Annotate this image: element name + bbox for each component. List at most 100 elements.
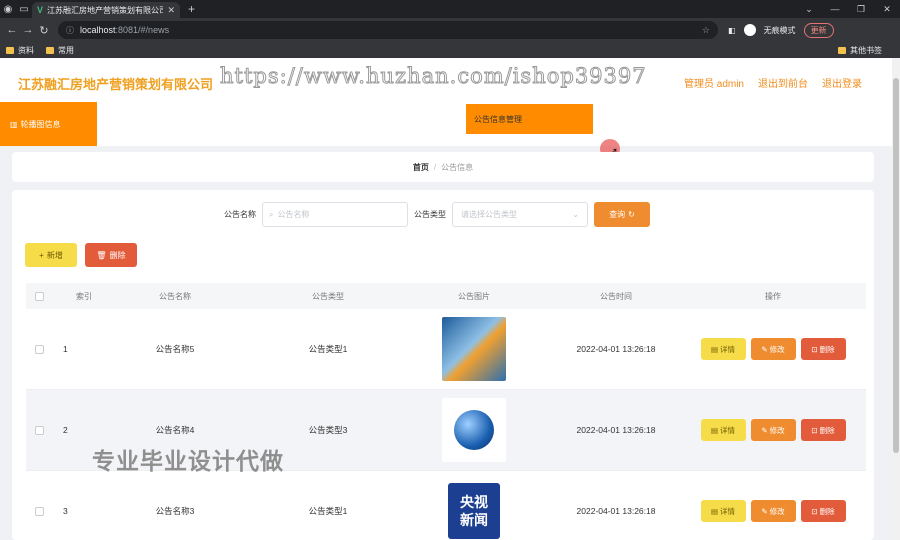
site-info-icon[interactable]: ⓘ — [66, 25, 74, 36]
batch-delete-button[interactable]: 🗑 删除 — [85, 243, 137, 267]
scrollbar-thumb[interactable] — [893, 78, 899, 453]
logo-text: 央视 — [460, 494, 488, 510]
row-checkbox[interactable] — [34, 344, 44, 354]
close-window-icon[interactable]: ✕ — [874, 4, 900, 15]
edit-button[interactable]: ✎ 修改 — [750, 338, 796, 360]
detail-button[interactable]: ▤ 详情 — [700, 419, 746, 441]
detail-icon: ▤ — [710, 344, 719, 354]
plus-icon: + — [39, 250, 44, 260]
table-row: 1 公告名称5 公告类型1 2022-04-01 13:26:18 ▤ 详情 ✎ 修… — [26, 309, 866, 390]
incognito-avatar-icon[interactable] — [743, 24, 756, 36]
logout-link[interactable]: 退出登录 — [822, 75, 862, 90]
row-checkbox[interactable] — [34, 425, 44, 435]
chrome-menu-icon[interactable]: ◉ — [0, 0, 16, 18]
bookmark-folder-2[interactable]: 常用 — [46, 45, 74, 56]
back-icon[interactable]: ← — [4, 24, 20, 36]
row-type: 公告类型1 — [308, 344, 348, 354]
breadcrumb-separator: / — [433, 162, 437, 172]
bookmark-star-icon[interactable]: ☆ — [702, 25, 710, 36]
breadcrumb: 首页 / 公告信息 — [12, 152, 874, 182]
trash-icon: ⊡ — [811, 506, 818, 516]
reload-icon[interactable]: ↻ — [36, 24, 52, 37]
select-all-checkbox[interactable] — [34, 291, 44, 301]
browser-tab[interactable]: V 江苏融汇房地产营销策划有限公司 ✕ — [32, 2, 180, 18]
tab-close-icon[interactable]: ✕ — [167, 5, 175, 16]
detail-icon: ▤ — [710, 425, 719, 435]
row-name: 公告名称5 — [155, 344, 195, 354]
menu-icon: ▥ — [10, 119, 18, 129]
delete-button[interactable]: ⊡ 删除 — [800, 338, 846, 360]
edit-label: 修改 — [769, 344, 785, 354]
table-header: 索引 公告名称 公告类型 公告图片 公告时间 操作 — [26, 283, 866, 309]
cctv-news-logo: 央视 新闻 — [448, 483, 500, 539]
breadcrumb-current: 公告信息 — [441, 162, 474, 172]
add-button[interactable]: + 新增 — [25, 243, 77, 267]
detail-label: 详情 — [720, 506, 736, 516]
incognito-label: 无痕模式 — [763, 25, 796, 35]
admin-user-label: 管理员 admin — [683, 79, 744, 90]
delete-label: 删除 — [819, 425, 835, 435]
row-checkbox[interactable] — [34, 506, 44, 516]
menu-item-carousel[interactable]: ▥ 轮播图信息 — [0, 102, 97, 146]
trash-icon: ⊡ — [811, 344, 818, 354]
query-button[interactable]: 查询 ↻ — [594, 202, 650, 227]
page-scrollbar[interactable] — [892, 58, 900, 540]
edit-label: 修改 — [769, 425, 785, 435]
header-ops: 操作 — [765, 291, 781, 301]
new-tab-icon[interactable]: + — [188, 2, 195, 16]
update-button[interactable]: 更新 — [803, 22, 834, 38]
tab-list-icon[interactable]: ▭ — [16, 0, 32, 18]
url-path: :8081/#/news — [115, 25, 170, 35]
detail-button[interactable]: ▤ 详情 — [700, 338, 746, 360]
menu-bar: ▥ 轮播图信息 公告信息管理 — [0, 102, 892, 146]
row-name: 公告名称4 — [155, 425, 195, 435]
overlay-watermark: 专业毕业设计代做 — [92, 448, 284, 474]
detail-button[interactable]: ▤ 详情 — [700, 500, 746, 522]
forward-icon[interactable]: → — [20, 24, 36, 36]
app-header: 江苏融汇房地产营销策划有限公司 https://www.huzhan.com/i… — [0, 58, 892, 102]
header-time: 公告时间 — [600, 291, 632, 301]
globe-image — [442, 398, 506, 462]
header-index: 索引 — [76, 291, 92, 301]
window-controls: ⌄ — ❐ ✕ — [796, 4, 900, 15]
bookmark-folder-1[interactable]: 资料 — [6, 45, 34, 56]
sidepanel-icon[interactable]: ◧ — [728, 26, 736, 35]
bookmark-label: 常用 — [58, 45, 74, 55]
breadcrumb-home[interactable]: 首页 — [413, 162, 429, 173]
delete-button[interactable]: ⊡ 删除 — [800, 500, 846, 522]
name-search-input[interactable]: ⌕ 公告名称 — [262, 202, 408, 227]
other-bookmarks[interactable]: 其他书签 — [838, 45, 882, 56]
row-index: 2 — [63, 425, 68, 435]
logo-text: 新闻 — [460, 512, 488, 528]
detail-icon: ▤ — [710, 506, 719, 516]
restore-icon[interactable]: ❐ — [848, 4, 874, 15]
search-form: 公告名称 ⌕ 公告名称 公告类型 请选择公告类型 ⌄ 查询 ↻ — [224, 202, 650, 227]
news-banner-image — [442, 317, 506, 381]
vue-favicon-icon: V — [37, 5, 44, 15]
address-bar[interactable]: ⓘ localhost :8081/#/news ☆ — [58, 21, 718, 39]
delete-button[interactable]: ⊡ 删除 — [800, 419, 846, 441]
minimize-icon[interactable]: — — [822, 4, 848, 15]
row-index: 1 — [63, 344, 68, 354]
detail-label: 详情 — [720, 425, 736, 435]
tab-search-icon[interactable]: ⌄ — [796, 4, 822, 15]
news-table: 索引 公告名称 公告类型 公告图片 公告时间 操作 1 公告名称5 公告类型1 … — [26, 283, 866, 540]
type-select[interactable]: 请选择公告类型 ⌄ — [452, 202, 588, 227]
edit-button[interactable]: ✎ 修改 — [750, 419, 796, 441]
edit-icon: ✎ — [761, 344, 768, 354]
brand-title: 江苏融汇房地产营销策划有限公司 — [18, 77, 214, 92]
edit-button[interactable]: ✎ 修改 — [750, 500, 796, 522]
type-label: 公告类型 — [414, 210, 446, 219]
cctv-news-image: 央视 新闻 — [442, 479, 506, 540]
edit-label: 修改 — [769, 506, 785, 516]
toolbar-right: ◧ 无痕模式 更新 — [728, 22, 834, 38]
table-row: 3 公告名称3 公告类型1 央视 新闻 2022-04-01 13:26:18 … — [26, 471, 866, 540]
menu-item-news-management[interactable]: 公告信息管理 — [466, 104, 593, 134]
chevron-down-icon: ⌄ — [572, 210, 579, 219]
globe-icon — [454, 410, 494, 450]
other-bookmarks-label: 其他书签 — [850, 45, 882, 55]
row-type: 公告类型1 — [308, 506, 348, 516]
back-to-front-link[interactable]: 退出到前台 — [758, 75, 808, 90]
detail-label: 详情 — [720, 344, 736, 354]
add-label: 新增 — [46, 250, 63, 260]
